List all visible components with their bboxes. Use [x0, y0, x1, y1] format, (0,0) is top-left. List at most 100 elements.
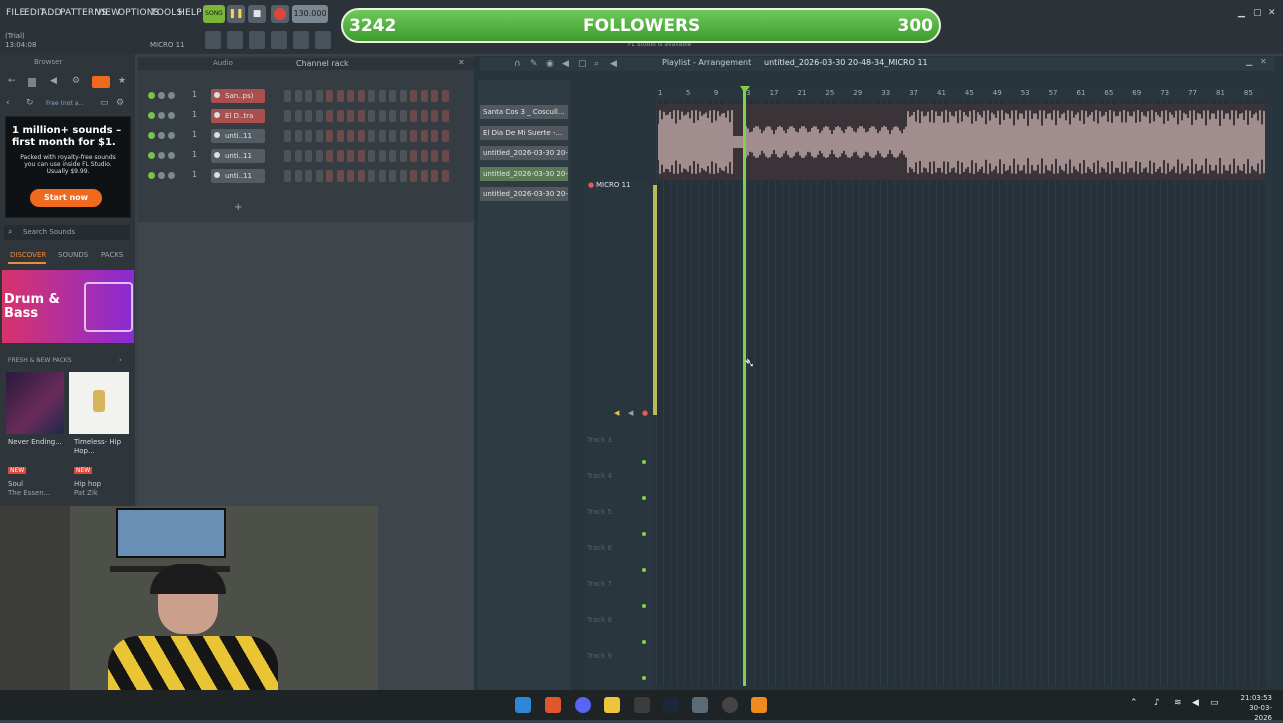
- step-button[interactable]: [284, 110, 291, 122]
- track-name[interactable]: Track 8: [587, 616, 612, 624]
- step-button[interactable]: [410, 90, 417, 102]
- step-button[interactable]: [410, 170, 417, 182]
- channel-led-icon[interactable]: [148, 112, 155, 119]
- step-button[interactable]: [431, 150, 438, 162]
- channel-pan-knob-icon[interactable]: [158, 152, 165, 159]
- speaker-icon[interactable]: ◀: [50, 76, 57, 86]
- pattern-item[interactable]: untitled_2026-03-30 20-: [480, 146, 568, 160]
- step-button[interactable]: [420, 150, 428, 162]
- step-button[interactable]: [326, 150, 333, 162]
- taskbar-clock[interactable]: 21:03:53 30-03-2026: [1238, 693, 1272, 723]
- minimize-icon[interactable]: ▁: [1238, 8, 1245, 18]
- step-button[interactable]: [441, 110, 449, 122]
- step-button[interactable]: [368, 150, 375, 162]
- step-button[interactable]: [389, 170, 396, 182]
- step-button[interactable]: [441, 130, 449, 142]
- menu-add[interactable]: ADD: [41, 8, 62, 18]
- step-button[interactable]: [389, 150, 396, 162]
- step-button[interactable]: [336, 150, 344, 162]
- step-button[interactable]: [368, 110, 375, 122]
- section-next-icon[interactable]: ›: [119, 356, 122, 364]
- tray-chevron-icon[interactable]: ⌃: [1130, 698, 1138, 708]
- track-active-led-icon[interactable]: [642, 532, 646, 536]
- step-button[interactable]: [336, 170, 344, 182]
- step-button[interactable]: [315, 170, 323, 182]
- step-button[interactable]: [326, 90, 333, 102]
- step-button[interactable]: [399, 170, 407, 182]
- step-button[interactable]: [441, 170, 449, 182]
- pattern-item[interactable]: El Dia De Mi Suerte -...: [480, 125, 568, 140]
- star-icon[interactable]: ★: [118, 76, 126, 86]
- channel-led-icon[interactable]: [148, 132, 155, 139]
- stop-button[interactable]: ■: [248, 5, 266, 23]
- step-button[interactable]: [347, 110, 354, 122]
- rack-audio-tab[interactable]: Audio: [213, 59, 233, 67]
- step-button[interactable]: [389, 110, 396, 122]
- channel-vol-knob-icon[interactable]: [168, 152, 175, 159]
- tempo-display[interactable]: 130.000: [292, 5, 328, 23]
- channel-vol-knob-icon[interactable]: [168, 112, 175, 119]
- play-pause-button[interactable]: ❚❚: [227, 5, 245, 23]
- step-button[interactable]: [389, 130, 396, 142]
- step-button[interactable]: [336, 110, 344, 122]
- steam-icon[interactable]: [663, 697, 679, 713]
- track-mute-icon[interactable]: ◀: [628, 409, 633, 417]
- track-record-icon[interactable]: ●: [642, 409, 648, 417]
- start-now-button[interactable]: Start now: [30, 189, 102, 207]
- track-name[interactable]: Track 9: [587, 652, 612, 660]
- tab-discover[interactable]: DISCOVER: [10, 251, 46, 259]
- menu-file[interactable]: FILE: [6, 8, 25, 18]
- step-button[interactable]: [336, 90, 344, 102]
- playlist-minimize-icon[interactable]: ▁: [1246, 57, 1252, 66]
- monitor-icon[interactable]: ▭: [100, 98, 109, 108]
- plugin-picker-icon[interactable]: [293, 31, 309, 49]
- step-button[interactable]: [294, 110, 302, 122]
- maximize-icon[interactable]: ▢: [1253, 8, 1262, 18]
- step-button[interactable]: [357, 150, 365, 162]
- search-sounds-field[interactable]: ⌕ Search Sounds: [4, 225, 130, 240]
- step-button[interactable]: [378, 130, 386, 142]
- step-button[interactable]: [284, 150, 291, 162]
- pack-cover-1[interactable]: [6, 372, 64, 434]
- menu-view[interactable]: VIEW: [96, 8, 120, 18]
- step-button[interactable]: [431, 130, 438, 142]
- track-active-led-icon[interactable]: [642, 496, 646, 500]
- pack-cover-2[interactable]: [69, 372, 129, 434]
- step-button[interactable]: [368, 90, 375, 102]
- step-button[interactable]: [294, 130, 302, 142]
- channel-rack-icon[interactable]: [249, 31, 265, 49]
- channel-mixer-track[interactable]: 1: [192, 110, 197, 119]
- brave-browser-icon[interactable]: [545, 697, 561, 713]
- step-button[interactable]: [378, 150, 386, 162]
- settings-app-icon[interactable]: [692, 697, 708, 713]
- gear-icon[interactable]: ⚙: [72, 76, 80, 86]
- step-button[interactable]: [357, 170, 365, 182]
- step-button[interactable]: [420, 170, 428, 182]
- volume-icon[interactable]: ◀: [1192, 698, 1199, 708]
- step-button[interactable]: [347, 130, 354, 142]
- settings-icon[interactable]: ⚙: [116, 98, 124, 108]
- channel-pan-knob-icon[interactable]: [158, 132, 165, 139]
- step-button[interactable]: [315, 130, 323, 142]
- track-name[interactable]: Track 6: [587, 544, 612, 552]
- step-button[interactable]: [399, 110, 407, 122]
- step-button[interactable]: [410, 110, 417, 122]
- step-button[interactable]: [294, 170, 302, 182]
- file-icon[interactable]: [28, 78, 36, 87]
- step-button[interactable]: [399, 130, 407, 142]
- track-name[interactable]: Track 5: [587, 508, 612, 516]
- step-button[interactable]: [347, 150, 354, 162]
- track-name[interactable]: Track 4: [587, 472, 612, 480]
- channel-mixer-track[interactable]: 1: [192, 170, 197, 179]
- magnet-icon[interactable]: ∩: [514, 59, 521, 69]
- windows-start-icon[interactable]: [515, 697, 531, 713]
- song-mode-button[interactable]: SONG: [203, 5, 225, 23]
- track-active-led-icon[interactable]: [642, 604, 646, 608]
- free-badge[interactable]: Free (not a...: [46, 100, 84, 107]
- step-button[interactable]: [420, 130, 428, 142]
- step-button[interactable]: [431, 170, 438, 182]
- step-button[interactable]: [410, 130, 417, 142]
- arrangement-grid[interactable]: [656, 100, 1265, 686]
- step-button[interactable]: [336, 130, 344, 142]
- discord-icon[interactable]: [575, 697, 591, 713]
